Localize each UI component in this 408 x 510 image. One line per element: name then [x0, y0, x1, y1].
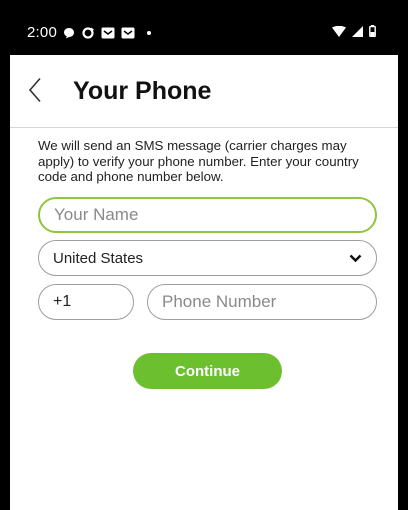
name-input[interactable]: [40, 205, 375, 225]
country-selected-value: United States: [53, 249, 144, 267]
country-select[interactable]: United States: [38, 240, 377, 276]
chevron-down-icon: [349, 254, 362, 263]
country-code-value: +1: [53, 293, 72, 310]
back-button[interactable]: [20, 73, 50, 107]
country-code-field[interactable]: +1: [38, 284, 134, 320]
phone-field-wrapper: [147, 284, 377, 320]
mail-icon: [121, 27, 135, 39]
notification-icons: [63, 26, 151, 40]
dot-icon: [147, 30, 151, 35]
phone-number-input[interactable]: [148, 292, 376, 312]
status-time: 2:00: [27, 24, 57, 41]
mail-icon: [101, 27, 115, 39]
sync-icon: [81, 26, 95, 40]
continue-button[interactable]: Continue: [133, 353, 282, 389]
system-icons: [332, 24, 376, 42]
battery-icon: [369, 24, 376, 42]
name-field-wrapper: [38, 197, 377, 233]
page-title: Your Phone: [73, 77, 212, 105]
app-bar: Your Phone: [10, 55, 398, 128]
chevron-left-icon: [28, 77, 41, 103]
wifi-icon: [332, 24, 346, 42]
status-bar: 2:00: [10, 10, 398, 55]
signal-icon: [352, 24, 363, 42]
chat-bubble-icon: [63, 27, 75, 39]
instructions-text: We will send an SMS message (carrier cha…: [38, 138, 359, 184]
phone-screen: 2:00 Your Phone We will send an SMS mess…: [10, 10, 398, 510]
